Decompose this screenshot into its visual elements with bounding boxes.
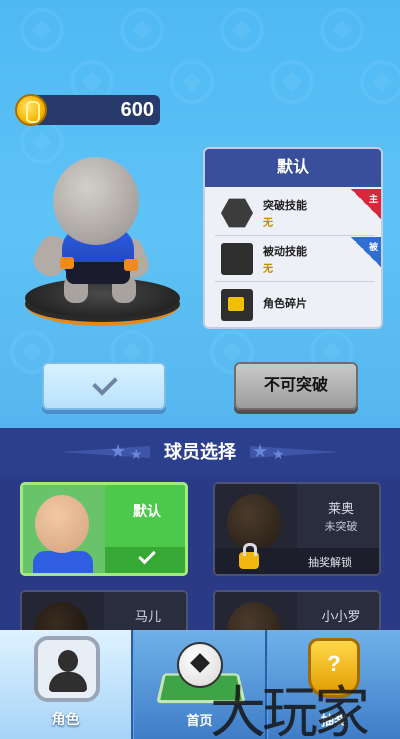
- player-name: 莱奥: [327, 501, 354, 516]
- square-skill-icon: [221, 243, 253, 275]
- hexagon-skill-icon: [221, 198, 253, 228]
- player-card-leao[interactable]: 莱奥 未突破 抽奖解锁: [213, 482, 381, 576]
- confirm-button[interactable]: [42, 362, 166, 410]
- lock-icon: [239, 543, 259, 569]
- player-name: 小小罗: [321, 609, 361, 624]
- watermark: 大玩家: [210, 681, 370, 739]
- character-icon: [34, 636, 100, 702]
- main-skill-tag: 主: [351, 189, 381, 219]
- character-info-panel: 默认 突破技能 无 主 被动技能 无 被 角色碎片: [203, 147, 383, 329]
- character-fragment-row[interactable]: 角色碎片: [215, 285, 375, 325]
- coin-icon: [15, 94, 47, 126]
- puzzle-piece-icon: [221, 289, 253, 321]
- character-name: 默认: [205, 149, 381, 187]
- character-head: [53, 157, 139, 245]
- player-select-title: 球员选择: [164, 442, 236, 462]
- breakthrough-button[interactable]: 不可突破: [234, 362, 358, 410]
- player-portrait: [23, 485, 105, 573]
- nav-tab-character[interactable]: 角色: [0, 630, 133, 739]
- player-status: 未突破: [324, 521, 358, 533]
- coin-count: 600: [120, 99, 154, 121]
- player-card-default[interactable]: 默认: [20, 482, 188, 576]
- player-name: 默认: [133, 503, 161, 519]
- checkmark-icon: [92, 370, 118, 396]
- unlock-hint: 抽奖解锁: [308, 557, 352, 569]
- passive-skill-tag: 被: [351, 237, 381, 267]
- player-name: 马儿: [134, 609, 161, 624]
